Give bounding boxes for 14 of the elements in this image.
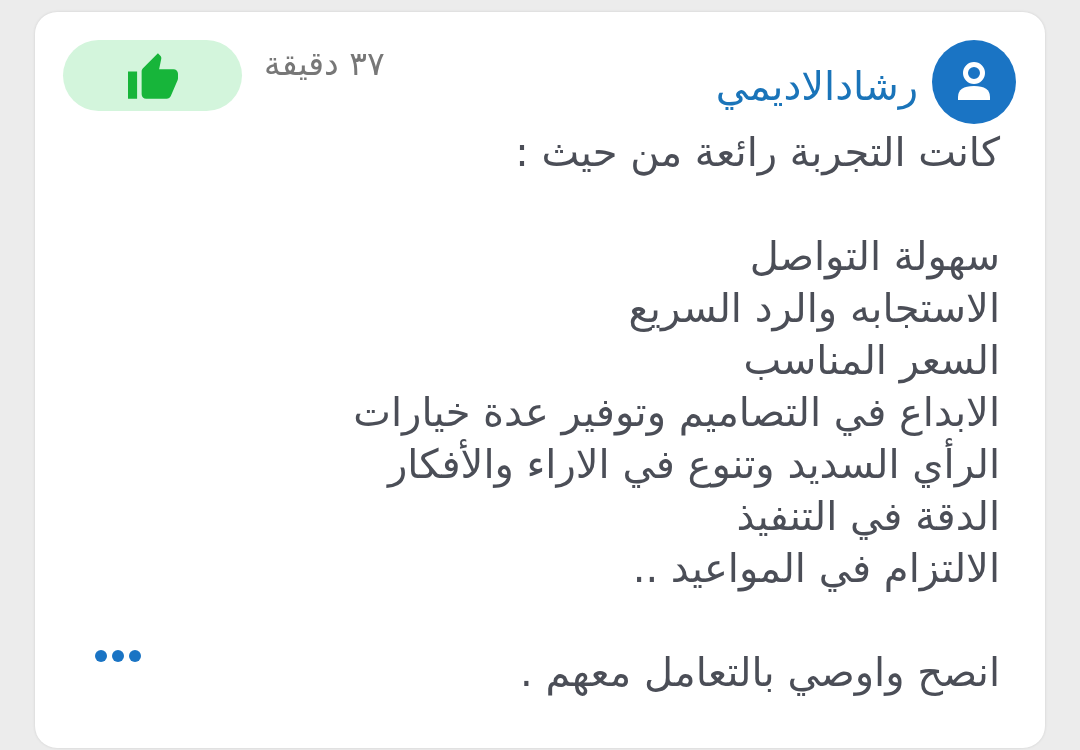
review-text-line: الرأي السديد وتنوع في الاراء والأفكار — [353, 438, 1000, 490]
review-text-line: كانت التجربة رائعة من حيث : — [514, 128, 1000, 178]
review-text-line: الدقة في التنفيذ — [735, 492, 1000, 542]
review-text-line: الالتزام في المواعيد .. — [631, 544, 1000, 594]
review-text-line: الابداع في التصاميم وتوفير عدة خيارات — [353, 388, 1000, 438]
review-text-line: السعر المناسب — [742, 336, 1000, 386]
review-text-line: انصح واوصي بالتعامل معهم . — [519, 648, 1000, 698]
reviewer-name[interactable]: رشادالاديمي — [715, 62, 918, 110]
more-icon — [95, 650, 141, 662]
review-text-line: سهولة التواصل — [748, 232, 1000, 282]
user-avatar-icon — [932, 40, 1016, 124]
review-text-line: الاستجابه والرد السريع — [627, 284, 1000, 334]
time-ago: ٣٧ دقيقة — [264, 44, 385, 84]
thumbs-up-icon — [127, 52, 178, 99]
